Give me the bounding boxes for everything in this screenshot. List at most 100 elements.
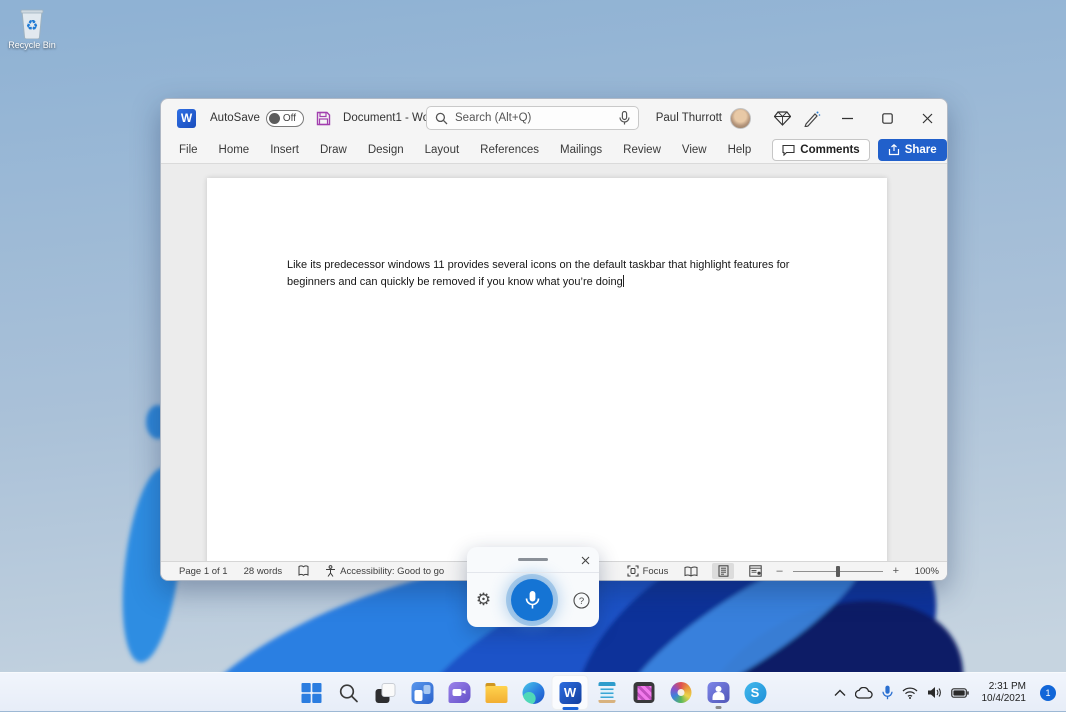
tab-file[interactable]: File bbox=[179, 144, 198, 156]
autosave-toggle[interactable]: Off bbox=[266, 110, 304, 127]
tab-home[interactable]: Home bbox=[219, 144, 250, 156]
tab-references[interactable]: References bbox=[480, 144, 539, 156]
battery-icon[interactable] bbox=[951, 688, 969, 698]
ribbon-tabs-row: File Home Insert Draw Design Layout Refe… bbox=[161, 137, 947, 164]
word-window: AutoSave Off Document1 - Word Search (Al… bbox=[160, 98, 948, 581]
zoom-in-button[interactable]: + bbox=[893, 565, 899, 577]
search-box[interactable]: Search (Alt+Q) bbox=[426, 106, 639, 130]
document-canvas: Like its predecessor windows 11 provides… bbox=[161, 164, 947, 561]
read-mode-icon[interactable] bbox=[680, 563, 702, 579]
tab-review[interactable]: Review bbox=[623, 144, 661, 156]
system-tray: 2:31 PM 10/4/2021 1 bbox=[834, 673, 1066, 712]
word-logo-icon bbox=[177, 109, 196, 128]
zoom-out-button[interactable]: – bbox=[776, 565, 782, 577]
recycle-bin-shortcut[interactable]: ♻ Recycle Bin bbox=[8, 7, 56, 50]
minimize-icon[interactable] bbox=[827, 99, 867, 137]
close-icon[interactable] bbox=[577, 552, 593, 568]
settings-gear-icon[interactable]: ⚙ bbox=[476, 592, 491, 609]
task-view-button[interactable] bbox=[367, 675, 404, 710]
accessibility-status[interactable]: Accessibility: Good to go bbox=[325, 565, 444, 577]
zoom-slider[interactable] bbox=[793, 571, 883, 572]
wifi-icon[interactable] bbox=[902, 687, 918, 699]
paint-button[interactable] bbox=[663, 675, 700, 710]
voice-typing-panel: ⚙ ? bbox=[467, 547, 599, 627]
voice-panel-body: ⚙ ? bbox=[467, 573, 599, 627]
proofing-book-icon[interactable] bbox=[298, 565, 309, 577]
print-layout-icon[interactable] bbox=[712, 563, 734, 579]
word-titlebar: AutoSave Off Document1 - Word Search (Al… bbox=[161, 99, 947, 137]
file-explorer-button[interactable] bbox=[478, 675, 515, 710]
dictate-mic-icon[interactable] bbox=[619, 111, 630, 125]
svg-text:?: ? bbox=[579, 596, 584, 607]
tray-time: 2:31 PM bbox=[982, 681, 1027, 693]
tray-date: 10/4/2021 bbox=[982, 693, 1027, 705]
speaker-icon[interactable] bbox=[927, 686, 942, 699]
tab-help[interactable]: Help bbox=[728, 144, 752, 156]
microphone-icon[interactable] bbox=[511, 579, 553, 621]
user-name[interactable]: Paul Thurrott bbox=[656, 112, 722, 124]
paint-icon bbox=[671, 682, 692, 703]
tab-draw[interactable]: Draw bbox=[320, 144, 347, 156]
autosave-label: AutoSave bbox=[210, 112, 260, 124]
chevron-up-icon[interactable] bbox=[834, 689, 846, 697]
svg-text:♻: ♻ bbox=[26, 18, 39, 34]
teams-button[interactable] bbox=[700, 675, 737, 710]
cloud-icon[interactable] bbox=[855, 687, 873, 699]
mic-icon[interactable] bbox=[882, 685, 893, 700]
word-count[interactable]: 28 words bbox=[244, 566, 283, 577]
comments-label: Comments bbox=[800, 144, 859, 156]
tab-insert[interactable]: Insert bbox=[270, 144, 299, 156]
tab-layout[interactable]: Layout bbox=[425, 144, 460, 156]
drag-handle[interactable] bbox=[518, 558, 548, 561]
close-icon[interactable] bbox=[907, 99, 947, 137]
tab-view[interactable]: View bbox=[682, 144, 707, 156]
rewards-diamond-icon[interactable] bbox=[767, 99, 797, 137]
maximize-icon[interactable] bbox=[867, 99, 907, 137]
taskbar-search-button[interactable] bbox=[330, 675, 367, 710]
user-avatar[interactable] bbox=[730, 108, 751, 129]
zoom-slider-handle[interactable] bbox=[836, 566, 840, 577]
document-page[interactable]: Like its predecessor windows 11 provides… bbox=[207, 178, 887, 561]
search-placeholder: Search (Alt+Q) bbox=[455, 112, 612, 124]
search-icon bbox=[435, 112, 448, 125]
tab-mailings[interactable]: Mailings bbox=[560, 144, 602, 156]
help-icon[interactable]: ? bbox=[573, 592, 590, 609]
notepad-icon bbox=[599, 682, 616, 703]
titlebar-right-group: Paul Thurrott bbox=[656, 99, 947, 137]
recycle-bin-icon: ♻ bbox=[17, 7, 47, 39]
word-taskbar-button[interactable] bbox=[552, 675, 589, 710]
share-label: Share bbox=[905, 144, 937, 156]
widgets-button[interactable] bbox=[404, 675, 441, 710]
taskbar-clock[interactable]: 2:31 PM 10/4/2021 bbox=[982, 681, 1027, 705]
editing-pen-icon[interactable] bbox=[797, 99, 827, 137]
save-icon[interactable] bbox=[316, 111, 331, 126]
taskbar-center-icons bbox=[293, 673, 774, 712]
voice-panel-header bbox=[467, 547, 599, 573]
page-indicator[interactable]: Page 1 of 1 bbox=[179, 566, 228, 577]
share-button[interactable]: Share bbox=[878, 139, 947, 161]
focus-icon bbox=[627, 565, 639, 577]
skype-button[interactable] bbox=[737, 675, 774, 710]
accessibility-person-icon bbox=[325, 565, 336, 577]
recycle-bin-label: Recycle Bin bbox=[8, 40, 56, 50]
word-icon bbox=[559, 682, 581, 704]
web-layout-icon[interactable] bbox=[744, 563, 766, 579]
toggle-knob-icon bbox=[269, 113, 280, 124]
edge-button[interactable] bbox=[515, 675, 552, 710]
start-icon bbox=[301, 683, 321, 703]
start-button[interactable] bbox=[293, 675, 330, 710]
comments-button[interactable]: Comments bbox=[772, 139, 869, 161]
teams-icon bbox=[707, 682, 729, 703]
chat-button[interactable] bbox=[441, 675, 478, 710]
chat-icon bbox=[448, 682, 470, 703]
media-app-button[interactable] bbox=[626, 675, 663, 710]
tab-design[interactable]: Design bbox=[368, 144, 404, 156]
focus-button[interactable]: Focus bbox=[627, 565, 669, 577]
notification-badge[interactable]: 1 bbox=[1040, 685, 1056, 701]
paragraph: Like its predecessor windows 11 provides… bbox=[287, 257, 809, 290]
document-title: Document1 - Word bbox=[343, 112, 439, 124]
zoom-level[interactable]: 100% bbox=[909, 566, 939, 577]
autosave-control[interactable]: AutoSave Off bbox=[210, 110, 304, 127]
search-icon bbox=[338, 683, 358, 703]
notepad-button[interactable] bbox=[589, 675, 626, 710]
